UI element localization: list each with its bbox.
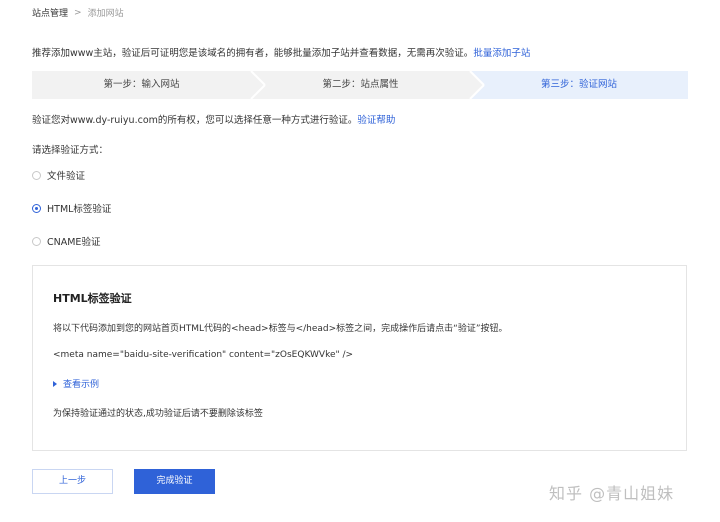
radio-label: HTML标签验证 [47, 204, 112, 215]
html-tag-verification-panel: HTML标签验证 将以下代码添加到您的网站首页HTML代码的<head>标签与<… [32, 265, 687, 451]
radio-button[interactable] [32, 236, 41, 246]
step-3-label: 第三步：验证网站 [540, 79, 617, 90]
step-progress-bar: 第一步：输入网站 第二步：站点属性 第三步：验证网站 [32, 71, 688, 99]
radio-button[interactable] [32, 170, 41, 180]
radio-html-tag-verification[interactable]: HTML标签验证 [32, 201, 111, 215]
panel-title: HTML标签验证 [53, 292, 132, 305]
intro-text-line: 推荐添加www主站，验证后可证明您是该域名的拥有者，能够批量添加子站并查看数据，… [32, 45, 530, 59]
panel-instruction: 将以下代码添加到您的网站首页HTML代码的<head>标签与</head>标签之… [53, 324, 508, 334]
breadcrumb: 站点管理 > 添加网站 [32, 6, 124, 20]
expand-triangle-icon [53, 380, 57, 387]
previous-step-button[interactable]: 上一步 [32, 469, 113, 494]
radio-label: 文件验证 [47, 171, 86, 182]
radio-file-verification[interactable]: 文件验证 [32, 168, 85, 182]
verification-meta-code: <meta name="baidu-site-verification" con… [53, 350, 354, 360]
complete-verification-button[interactable]: 完成验证 [134, 469, 215, 494]
view-example-toggle[interactable]: 查看示例 [53, 377, 99, 390]
batch-add-subsites-link[interactable]: 批量添加子站 [473, 48, 530, 59]
breadcrumb-separator: > [74, 7, 82, 18]
verify-ownership-line: 验证您对www.dy-ruiyu.com的所有权，您可以选择任意一种方式进行验证… [32, 112, 395, 126]
radio-cname-verification[interactable]: CNAME验证 [32, 234, 100, 248]
panel-note: 为保持验证通过的状态,成功验证后请不要删除该标签 [53, 409, 263, 419]
method-prompt: 请选择验证方式： [32, 145, 109, 156]
radio-label: CNAME验证 [47, 237, 101, 248]
step-1-label: 第一步：输入网站 [103, 79, 180, 90]
radio-button[interactable] [32, 203, 41, 213]
breadcrumb-current: 添加网站 [87, 9, 124, 19]
breadcrumb-root[interactable]: 站点管理 [32, 6, 68, 19]
verify-ownership-text: 验证您对www.dy-ruiyu.com的所有权，您可以选择任意一种方式进行验证… [32, 115, 358, 126]
intro-text: 推荐添加www主站，验证后可证明您是该域名的拥有者，能够批量添加子站并查看数据，… [32, 48, 474, 59]
verify-help-link[interactable]: 验证帮助 [357, 115, 395, 126]
step-2-label: 第二步：站点属性 [322, 79, 399, 90]
watermark: 知乎 @青山姐妹 [549, 484, 675, 503]
view-example-link[interactable]: 查看示例 [63, 377, 99, 390]
